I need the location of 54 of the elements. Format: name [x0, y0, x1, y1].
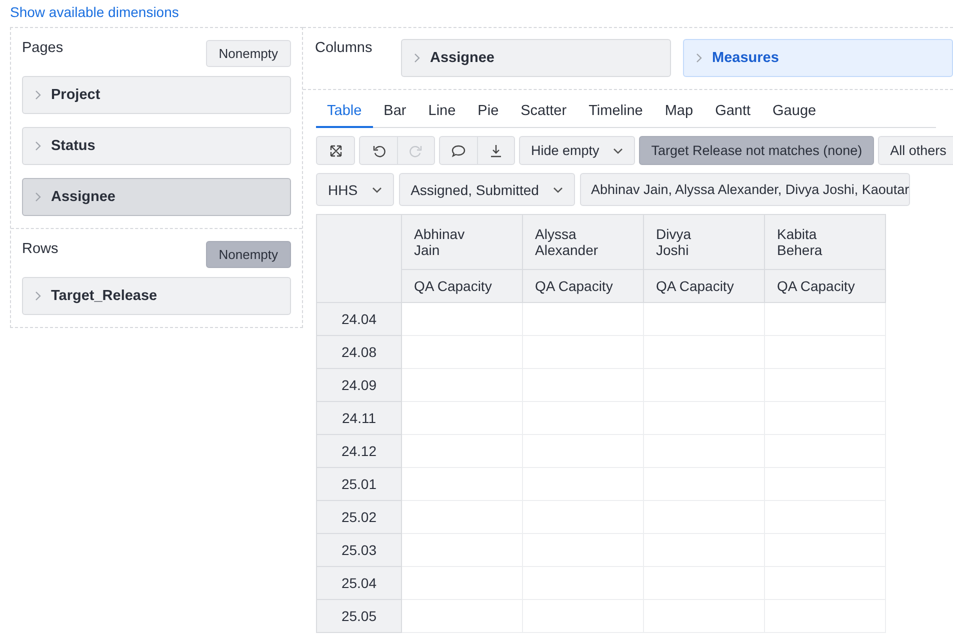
measure-header: QA Capacity	[522, 270, 644, 302]
column-header: Alyssa Alexander	[535, 226, 598, 258]
caret-icon	[372, 186, 382, 192]
view-tab[interactable]: Bar	[372, 99, 418, 128]
chevron-icon	[35, 90, 41, 100]
view-tab[interactable]: Table	[316, 99, 373, 128]
row-header: 24.09	[316, 368, 402, 402]
filter-button[interactable]: Target Release not matches (none)	[639, 136, 874, 165]
view-tab[interactable]: Scatter	[510, 99, 578, 128]
dimension-chip[interactable]: Assignee	[22, 178, 291, 216]
section-title: Rows	[22, 241, 58, 257]
chevron-icon	[35, 141, 41, 151]
nonempty-button[interactable]: Nonempty	[206, 241, 291, 268]
row-header: 25.03	[316, 534, 402, 566]
columns-label: Columns	[315, 39, 374, 56]
measure-header: QA Capacity	[402, 270, 522, 302]
view-tab[interactable]: Gantt	[704, 99, 762, 128]
view-tab[interactable]: Pie	[466, 99, 510, 128]
page-filter-dropdown[interactable]: HHS	[316, 173, 394, 206]
chevron-icon	[35, 192, 41, 202]
caret-icon	[613, 148, 624, 154]
chevron-icon	[696, 53, 702, 63]
show-dimensions-link[interactable]: Show available dimensions	[10, 4, 179, 20]
page-filter-dropdown[interactable]: Assigned, Submitted	[398, 173, 575, 206]
row-header: 25.04	[316, 566, 402, 600]
column-header: Abhinav Jain	[414, 226, 465, 258]
view-tab[interactable]: Gauge	[762, 99, 828, 128]
page-filter-dropdown[interactable]: Abhinav Jain, Alyssa Alexander, Divya Joshi, Kaoutar	[580, 173, 910, 206]
measure-header: QA Capacity	[764, 270, 886, 302]
dimension-chip[interactable]: Status	[22, 127, 291, 165]
dimension-chip[interactable]: Target_Release	[22, 277, 291, 315]
row-header: 25.05	[316, 600, 402, 632]
dimension-chip[interactable]: Assignee	[401, 39, 671, 77]
caret-icon	[552, 186, 563, 192]
hide-empty-dropdown[interactable]: Hide empty	[519, 136, 636, 165]
row-header: 24.04	[316, 302, 402, 336]
row-header: 24.08	[316, 336, 402, 368]
row-header: 25.02	[316, 500, 402, 534]
chevron-icon	[35, 291, 41, 301]
chevron-icon	[414, 53, 420, 63]
row-header: 24.11	[316, 402, 402, 434]
measure-header: QA Capacity	[644, 270, 764, 302]
view-tab[interactable]: Timeline	[578, 99, 654, 128]
view-tab[interactable]: Map	[654, 99, 704, 128]
dimension-chip[interactable]: Project	[22, 76, 291, 114]
row-header: 24.12	[316, 434, 402, 468]
dimension-chip[interactable]: Measures	[683, 39, 953, 77]
column-header: Kabita Behera	[777, 226, 822, 258]
row-header: 25.01	[316, 468, 402, 500]
column-header: Divya Joshi	[656, 226, 692, 258]
section-title: Pages	[22, 40, 64, 56]
all-others-button[interactable]: All others	[878, 136, 953, 165]
view-tab[interactable]: Line	[417, 99, 467, 128]
nonempty-button[interactable]: Nonempty	[206, 40, 291, 67]
